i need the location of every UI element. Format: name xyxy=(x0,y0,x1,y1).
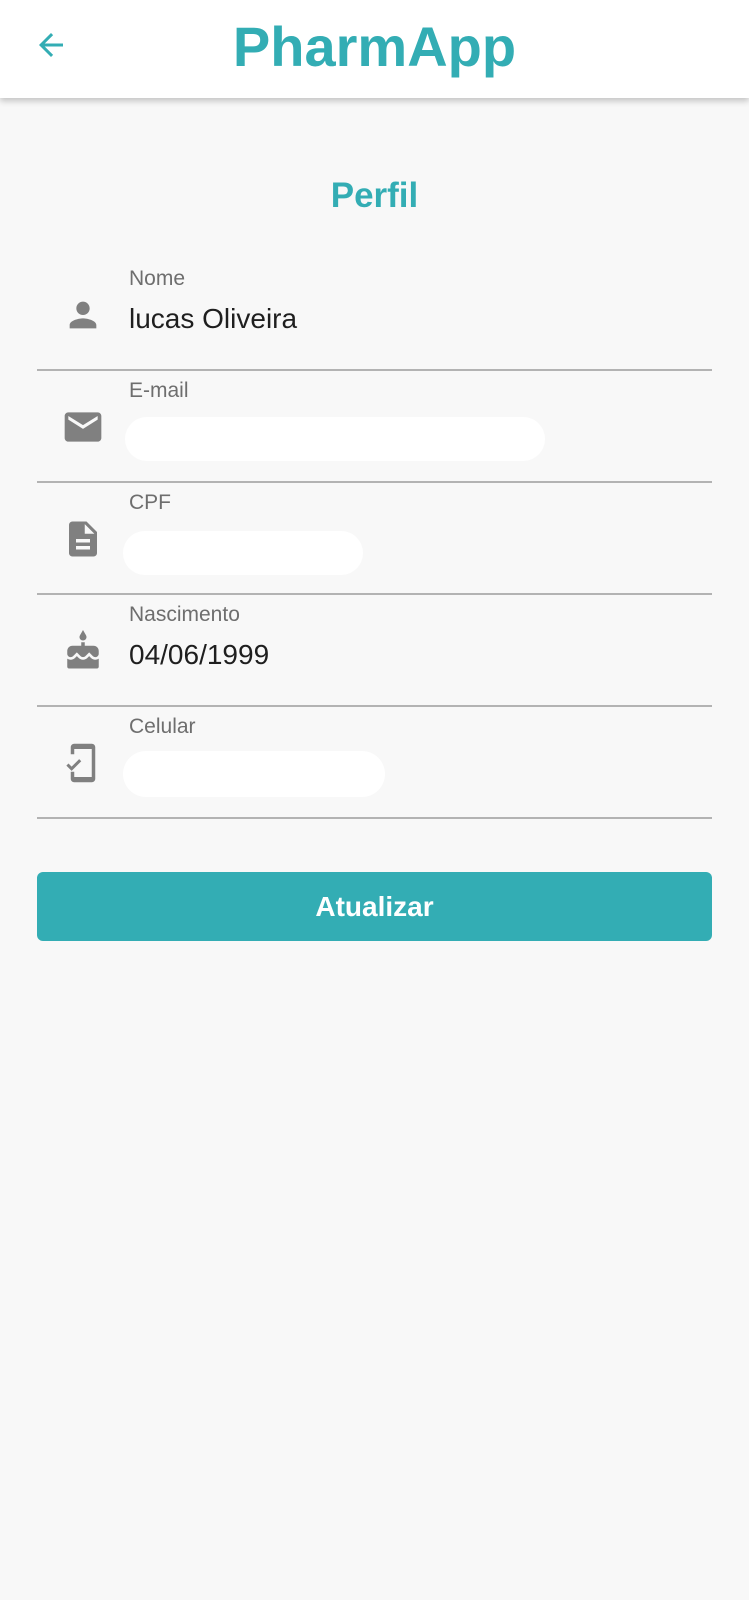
document-icon xyxy=(59,515,107,563)
name-field[interactable]: Nome lucas Oliveira xyxy=(37,259,712,371)
redacted-cpf xyxy=(123,531,363,575)
phone-field[interactable]: Celular xyxy=(37,707,712,819)
birthdate-label: Nascimento xyxy=(129,603,240,626)
cpf-label: CPF xyxy=(129,491,171,514)
person-icon xyxy=(59,291,107,339)
app-title: PharmApp xyxy=(232,15,517,78)
name-value: lucas Oliveira xyxy=(129,303,298,334)
cake-icon xyxy=(59,627,107,675)
birthdate-value: 04/06/1999 xyxy=(129,639,270,670)
name-label: Nome xyxy=(129,267,186,290)
birthdate-field[interactable]: Nascimento 04/06/1999 xyxy=(37,595,712,707)
page-title: Perfil xyxy=(330,176,419,215)
mail-icon xyxy=(59,403,107,451)
email-label: E-mail xyxy=(129,379,189,402)
phone-label: Celular xyxy=(129,715,196,738)
app-bar: PharmApp xyxy=(0,0,749,98)
email-field[interactable]: E-mail xyxy=(37,371,712,483)
redacted-phone xyxy=(123,751,385,797)
update-button[interactable]: Atualizar xyxy=(37,872,712,941)
cpf-field[interactable]: CPF xyxy=(37,483,712,595)
redacted-email xyxy=(125,417,545,461)
phone-check-icon xyxy=(59,739,107,787)
